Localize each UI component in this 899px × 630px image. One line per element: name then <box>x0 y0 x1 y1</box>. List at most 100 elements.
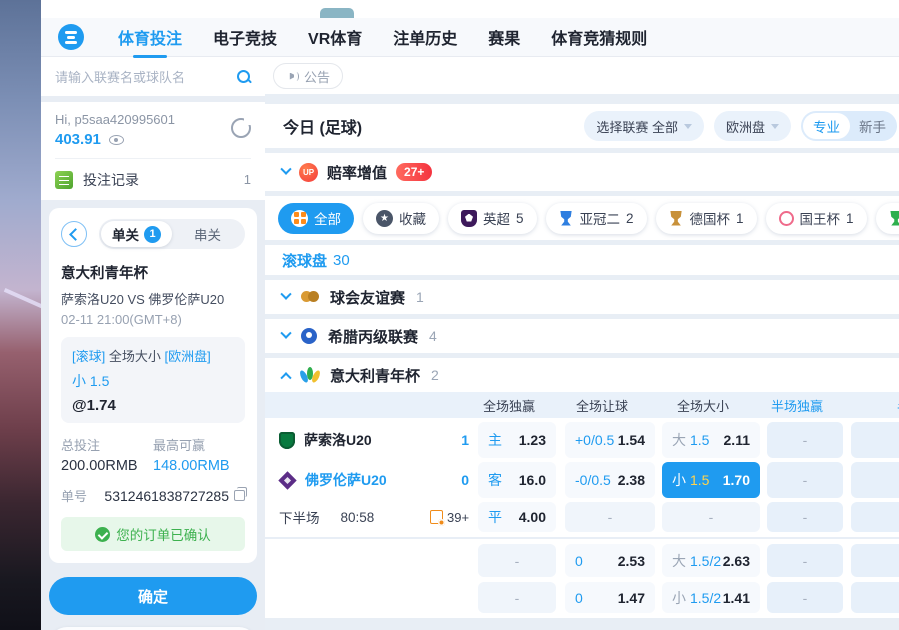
page-title: 今日 (足球) <box>283 114 362 138</box>
section-italy-youth-cup-block: 意大利青年杯 2 全场独赢 全场让球 全场大小 半场独赢 半场让球 萨索洛U20… <box>265 358 899 618</box>
divider <box>265 537 899 539</box>
chevron-down-icon <box>280 289 291 300</box>
chip-count: 5 <box>516 211 524 226</box>
bet-record-count: 1 <box>244 172 251 187</box>
odds-cell[interactable]: -0/0.5 2.38 <box>565 462 655 498</box>
dash: - <box>608 509 613 525</box>
market-name: 全场大小 <box>109 349 161 364</box>
nav-tab-rules[interactable]: 体育竞猜规则 <box>551 25 647 49</box>
chip-count: 1 <box>846 211 854 226</box>
more-markets[interactable]: 39+ <box>430 502 469 532</box>
header-ht-handicap[interactable]: 半场让球 <box>843 392 899 418</box>
mode-pro-option[interactable]: 专业 <box>803 113 850 139</box>
odds-value: 16.0 <box>519 472 546 488</box>
tab-parlay-bet[interactable]: 串关 <box>172 221 243 247</box>
order-no-value: 5312461838727285 <box>104 488 229 504</box>
brand-logo-icon[interactable] <box>58 24 84 50</box>
chip-epl[interactable]: 英超 5 <box>448 203 537 234</box>
odds-label: +0/0.5 <box>575 432 614 448</box>
odds-cell[interactable]: 小 1.5/2 1.41 <box>662 582 760 613</box>
dash: - <box>803 590 808 606</box>
odds-boost-band[interactable]: UP 赔率增值 27+ <box>265 153 899 191</box>
empty-odds-cell: - <box>851 544 899 577</box>
search-input[interactable] <box>55 70 237 85</box>
nav-tab-results[interactable]: 赛果 <box>488 25 520 49</box>
odds-cell[interactable]: 大 1.5/2 2.63 <box>662 544 760 577</box>
odds-handicap: 1.5 <box>690 472 709 488</box>
league-select-dropdown[interactable]: 选择联赛 全部 <box>584 111 704 141</box>
eye-icon[interactable] <box>109 135 124 145</box>
chip-favorites[interactable]: ★ 收藏 <box>363 203 439 234</box>
trophy-icon <box>889 211 899 226</box>
chip-acl2[interactable]: 亚冠二 2 <box>546 203 647 234</box>
empty-odds-cell: - <box>851 422 899 458</box>
slip-match-time: 02-11 21:00(GMT+8) <box>61 312 245 327</box>
section-italy-youth-cup[interactable]: 意大利青年杯 2 <box>265 358 899 392</box>
announcement-pill[interactable]: 公告 <box>273 63 343 89</box>
table-row-extra-2: - 0 1.47 小 1.5/2 1.41 - - <box>273 582 899 613</box>
total-stake-value: 200.00RMB <box>61 458 153 474</box>
tab-single-bet[interactable]: 单关 1 <box>101 221 172 247</box>
odds-cell[interactable]: 0 1.47 <box>565 582 655 613</box>
copy-icon[interactable] <box>234 490 245 501</box>
chevron-down-icon <box>280 164 291 175</box>
odds-cell[interactable]: 客 16.0 <box>478 462 556 498</box>
chip-german-cup[interactable]: 德国杯 1 <box>656 203 757 234</box>
slip-match-teams: 萨索洛U20 VS 佛罗伦萨U20 <box>61 289 245 308</box>
back-icon[interactable] <box>61 221 87 247</box>
odds-cell[interactable]: 0 2.53 <box>565 544 655 577</box>
odds-value: 2.63 <box>723 553 750 569</box>
period-label: 下半场 <box>279 507 320 527</box>
section-count: 2 <box>431 367 439 383</box>
empty-odds-cell: - <box>662 502 760 532</box>
max-win-value: 148.00RMB <box>153 458 245 474</box>
league-select-label: 选择联赛 全部 <box>596 117 678 136</box>
live-markets-band[interactable]: 滚球盘 30 <box>265 245 899 275</box>
odds-label: 0 <box>575 553 583 569</box>
odds-value: 1.47 <box>618 590 645 606</box>
order-confirmed-text: 您的订单已确认 <box>116 524 211 544</box>
section-count: 4 <box>429 328 437 344</box>
nav-tab-bet-history[interactable]: 注单历史 <box>393 25 457 49</box>
section-greek-c-league[interactable]: 希腊丙级联赛 4 <box>265 319 899 353</box>
ring-icon <box>779 211 794 226</box>
nav-tab-sports[interactable]: 体育投注 <box>118 25 182 49</box>
chip-italy-cup[interactable]: 意大利杯 <box>876 203 899 234</box>
sassuolo-club-icon <box>279 432 295 449</box>
nav-tab-esports[interactable]: 电子竞技 <box>213 25 277 49</box>
nav-tab-vr[interactable]: VR体育 <box>308 25 362 49</box>
live-count: 30 <box>333 252 350 269</box>
market-type-tag: [欧洲盘] <box>165 349 211 364</box>
section-club-friendlies[interactable]: 球会友谊赛 1 <box>265 280 899 314</box>
chip-all[interactable]: 全部 <box>278 203 354 234</box>
league-filter-chips: 全部 ★ 收藏 英超 5 亚冠二 2 德国杯 1 国王杯 1 意大利杯 <box>265 196 899 240</box>
title-band: 今日 (足球) 选择联赛 全部 欧洲盘 专业 新手 <box>265 104 899 148</box>
nav-tabs: 体育投注 电子竞技 VR体育 注单历史 赛果 体育竞猜规则 <box>118 25 647 49</box>
mode-novice-option[interactable]: 新手 <box>850 116 895 136</box>
refresh-icon[interactable] <box>231 118 251 138</box>
odds-label: 平 <box>488 507 502 527</box>
odds-cell[interactable]: 主 1.23 <box>478 422 556 458</box>
odds-handicap: 1.5 <box>690 432 709 448</box>
odds-cell[interactable]: 大 1.5 2.11 <box>662 422 760 458</box>
slip-odds: @1.74 <box>72 397 234 414</box>
odds-format-dropdown[interactable]: 欧洲盘 <box>714 111 791 141</box>
dash: - <box>803 509 808 525</box>
empty-odds-cell: - <box>851 462 899 498</box>
odds-format-label: 欧洲盘 <box>726 117 765 136</box>
header-ft-handicap: 全场让球 <box>557 392 647 418</box>
dash: - <box>515 590 520 606</box>
home-score: 1 <box>451 432 469 448</box>
confirm-button[interactable]: 确定 <box>49 577 257 615</box>
odds-cell-selected[interactable]: 小 1.5 1.70 <box>662 462 760 498</box>
chip-copa-del-rey[interactable]: 国王杯 1 <box>766 203 867 234</box>
odds-cell[interactable]: 平 4.00 <box>478 502 556 532</box>
megaphone-icon <box>286 70 299 83</box>
bet-record-row[interactable]: 投注记录 1 <box>55 158 251 200</box>
search-icon[interactable] <box>237 70 251 84</box>
single-bet-count-badge: 1 <box>144 226 161 243</box>
empty-odds-cell: - <box>851 582 899 613</box>
odds-cell[interactable]: +0/0.5 1.54 <box>565 422 655 458</box>
odds-table-header: 全场独赢 全场让球 全场大小 半场独赢 半场让球 <box>265 392 899 418</box>
header-ht-1x2[interactable]: 半场独赢 <box>759 392 835 418</box>
